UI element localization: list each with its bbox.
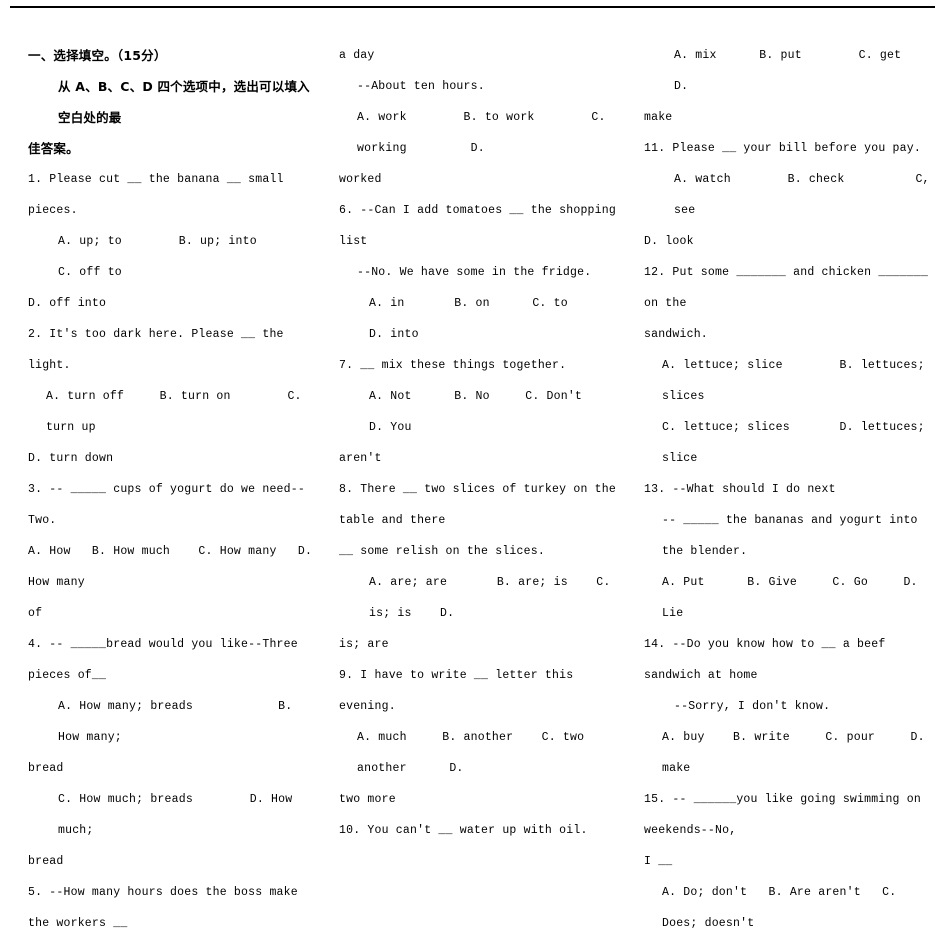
option-line: make: [644, 111, 673, 124]
page-top-rule: [10, 6, 935, 8]
option-line: A. Put B. Give C. Go D. Lie: [662, 576, 925, 620]
option-line: worked: [339, 173, 382, 186]
question-line: 11. Please __ your bill before you pay.: [644, 142, 921, 155]
option-line: bread: [28, 762, 64, 775]
question-line: 8. There __ two slices of turkey on the …: [339, 483, 624, 527]
instruction-line-1: 从 A、B、C、D 四个选项中，选出可以填入空白处的最: [58, 79, 310, 125]
option-line: A. buy B. write C. pour D. make: [662, 731, 932, 775]
question-line: I __: [644, 855, 673, 868]
question-line: 9. I have to write __ letter this evenin…: [339, 669, 581, 713]
option-line: A. mix B. put C. get D.: [674, 49, 902, 93]
option-line: C. How much; breads D. How much;: [58, 793, 300, 837]
option-line: A. up; to B. up; into C. off to: [58, 235, 314, 279]
option-line: A. in B. on C. to D. into: [369, 297, 611, 341]
answer-line: --About ten hours.: [357, 80, 485, 93]
option-line: aren't: [339, 452, 382, 465]
option-line: is; are: [339, 638, 389, 651]
answer-line: --Sorry, I don't know.: [674, 700, 831, 713]
question-line: 3. -- _____ cups of yogurt do we need--T…: [28, 483, 305, 527]
option-line: A. How many; breads B. How many;: [58, 700, 300, 744]
option-line: two more: [339, 793, 396, 806]
option-line: A. turn off B. turn on C. turn up: [46, 390, 309, 434]
question-line: 13. --What should I do next: [644, 483, 836, 496]
question-line: a day: [339, 49, 375, 62]
question-line: 10. You can't __ water up with oil.: [339, 824, 588, 837]
instruction-line-2: 佳答案。: [28, 141, 79, 156]
exam-paper-page: 一、选择填空。（15分） 从 A、B、C、D 四个选项中，选出可以填入空白处的最…: [0, 0, 945, 930]
option-line: A. much B. another C. two another D.: [357, 731, 592, 775]
question-line: 7. __ mix these things together.: [339, 359, 567, 372]
option-line: C. lettuce; slices D. lettuces; slice: [662, 421, 932, 465]
option-line: of: [28, 607, 43, 620]
option-line: A. watch B. check C, see: [674, 173, 937, 217]
column-right: A. mix B. put C. get D. make 11. Please …: [630, 40, 945, 939]
question-line: 6. --Can I add tomatoes __ the shopping …: [339, 204, 624, 248]
option-line: A. are; are B. are; is C. is; is D.: [369, 576, 618, 620]
question-line: 4. -- _____bread would you like--Three p…: [28, 638, 305, 682]
option-line: A. work B. to work C. working D.: [357, 111, 613, 155]
question-line: 1. Please cut __ the banana __ small pie…: [28, 173, 291, 217]
question-line: 5. --How many hours does the boss make t…: [28, 886, 305, 930]
option-line: bread: [28, 855, 64, 868]
question-line: 2. It's too dark here. Please __ the lig…: [28, 328, 291, 372]
option-line: D. look: [644, 235, 694, 248]
question-line: sandwich.: [644, 328, 708, 341]
column-left: 一、选择填空。（15分） 从 A、B、C、D 四个选项中，选出可以填入空白处的最…: [0, 40, 325, 939]
answer-line: --No. We have some in the fridge.: [357, 266, 592, 279]
question-line: 14. --Do you know how to __ a beef sandw…: [644, 638, 893, 682]
section-heading: 一、选择填空。（15分）: [28, 48, 167, 63]
question-line: 15. -- ______you like going swimming on …: [644, 793, 929, 837]
option-line: A. lettuce; slice B. lettuces; slices: [662, 359, 932, 403]
question-line: __ some relish on the slices.: [339, 545, 545, 558]
option-line: A. Do; don't B. Are aren't C. Does; does…: [662, 886, 904, 930]
question-line: 12. Put some _______ and chicken _______…: [644, 266, 936, 310]
column-middle: a day --About ten hours. A. work B. to w…: [325, 40, 630, 846]
option-line: D. off into: [28, 297, 107, 310]
option-line: A. How B. How much C. How many D. How ma…: [28, 545, 320, 589]
three-column-layout: 一、选择填空。（15分） 从 A、B、C、D 四个选项中，选出可以填入空白处的最…: [0, 40, 945, 939]
answer-line: -- _____ the bananas and yogurt into the…: [662, 514, 925, 558]
option-line: D. turn down: [28, 452, 114, 465]
option-line: A. Not B. No C. Don't D. You: [369, 390, 625, 434]
